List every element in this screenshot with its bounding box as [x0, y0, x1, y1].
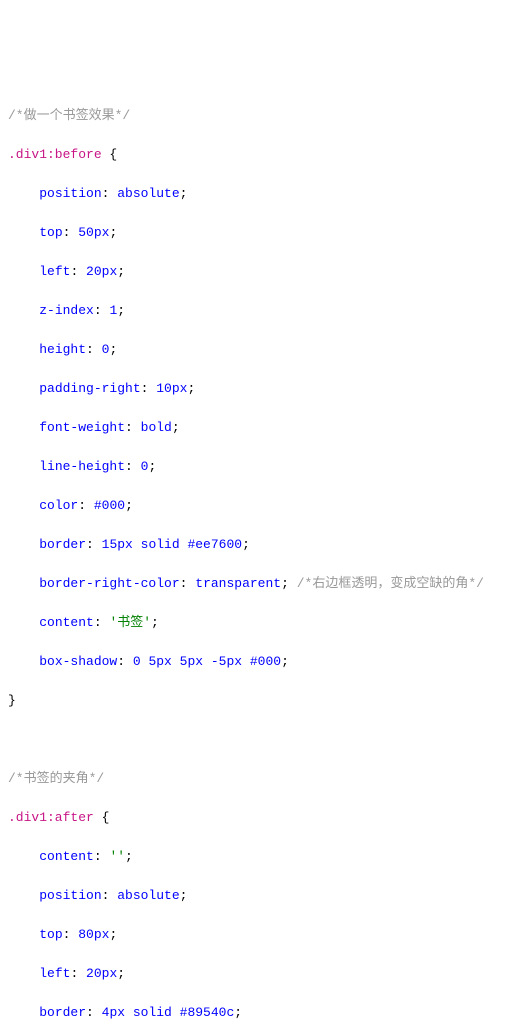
- decl-color: color: #000;: [8, 496, 504, 516]
- decl-content: content: '书签';: [8, 613, 504, 633]
- selector: .div1:after: [8, 810, 94, 825]
- decl-font-weight: font-weight: bold;: [8, 418, 504, 438]
- decl-box-shadow: box-shadow: 0 5px 5px -5px #000;: [8, 652, 504, 672]
- comment-line: /*做一个书签效果*/: [8, 106, 504, 126]
- decl-padding-right: padding-right: 10px;: [8, 379, 504, 399]
- selector: .div1:before: [8, 147, 102, 162]
- decl-position: position: absolute;: [8, 886, 504, 906]
- decl-position: position: absolute;: [8, 184, 504, 204]
- decl-top: top: 80px;: [8, 925, 504, 945]
- comment: /*书签的夹角*/: [8, 771, 104, 786]
- blank-line: [8, 730, 504, 750]
- decl-z-index: z-index: 1;: [8, 301, 504, 321]
- decl-content: content: '';: [8, 847, 504, 867]
- brace-close-line: }: [8, 691, 504, 711]
- comment: /*做一个书签效果*/: [8, 108, 130, 123]
- decl-height: height: 0;: [8, 340, 504, 360]
- brace-open: {: [102, 147, 118, 162]
- decl-left: left: 20px;: [8, 964, 504, 984]
- decl-border: border: 15px solid #ee7600;: [8, 535, 504, 555]
- code-block: /*做一个书签效果*/ .div1:before { position: abs…: [8, 86, 504, 1028]
- decl-left: left: 20px;: [8, 262, 504, 282]
- brace-open: {: [94, 810, 110, 825]
- decl-line-height: line-height: 0;: [8, 457, 504, 477]
- comment-line: /*书签的夹角*/: [8, 769, 504, 789]
- selector-line: .div1:before {: [8, 145, 504, 165]
- decl-border: border: 4px solid #89540c;: [8, 1003, 504, 1023]
- decl-border-right-color: border-right-color: transparent; /*右边框透明…: [8, 574, 504, 594]
- decl-top: top: 50px;: [8, 223, 504, 243]
- inline-comment: /*右边框透明，变成空缺的角*/: [297, 576, 484, 591]
- selector-line: .div1:after {: [8, 808, 504, 828]
